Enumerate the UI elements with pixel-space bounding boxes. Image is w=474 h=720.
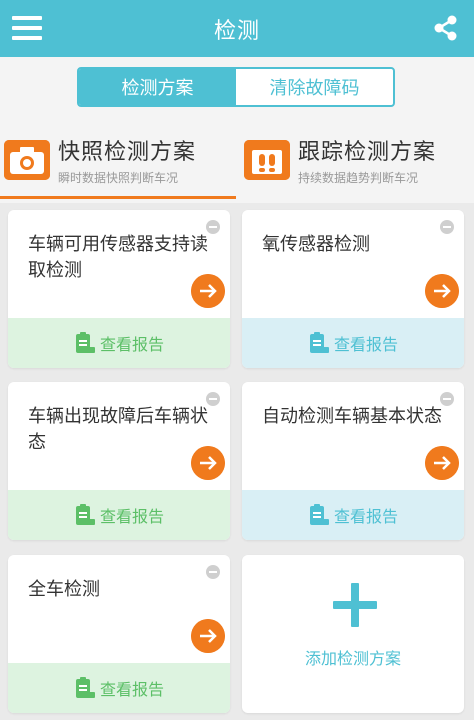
menu-icon[interactable] bbox=[12, 13, 42, 43]
report-icon bbox=[309, 504, 329, 525]
active-tab-indicator bbox=[0, 196, 236, 199]
scheme-card[interactable]: 氧传感器检测 查看报告 bbox=[242, 210, 464, 368]
add-scheme-card[interactable]: 添加检测方案 bbox=[242, 555, 464, 713]
tab-subtitle: 持续数据趋势判断车况 bbox=[298, 171, 419, 185]
card-title: 自动检测车辆基本状态 bbox=[262, 406, 442, 427]
tab-title: 快照检测方案 bbox=[58, 140, 197, 165]
view-report-button[interactable]: 查看报告 bbox=[8, 318, 230, 368]
tab-snapshot-scheme[interactable]: 快照检测方案 瞬时数据快照判断车况 bbox=[0, 117, 236, 203]
arrow-right-icon[interactable] bbox=[191, 446, 225, 480]
segmented-bar: 检测方案 清除故障码 bbox=[0, 57, 474, 117]
view-report-label: 查看报告 bbox=[99, 335, 164, 354]
camera-icon bbox=[4, 140, 50, 180]
view-report-label: 查看报告 bbox=[99, 680, 164, 699]
report-icon bbox=[75, 332, 95, 353]
arrow-right-icon[interactable] bbox=[191, 274, 225, 308]
scheme-card[interactable]: 车辆出现故障后车辆状态 查看报告 bbox=[8, 382, 230, 540]
view-report-button[interactable]: 查看报告 bbox=[8, 663, 230, 713]
remove-icon[interactable] bbox=[440, 220, 454, 234]
plus-icon bbox=[333, 583, 377, 627]
view-report-label: 查看报告 bbox=[333, 335, 398, 354]
arrow-right-icon[interactable] bbox=[191, 619, 225, 653]
arrow-right-icon[interactable] bbox=[425, 446, 459, 480]
view-report-button[interactable]: 查看报告 bbox=[242, 318, 464, 368]
report-icon bbox=[309, 332, 329, 353]
app-bar: 检测 bbox=[0, 0, 474, 57]
view-report-button[interactable]: 查看报告 bbox=[242, 490, 464, 540]
page-title: 检测 bbox=[213, 18, 260, 44]
remove-icon[interactable] bbox=[206, 392, 220, 406]
card-title: 车辆出现故障后车辆状态 bbox=[28, 406, 208, 453]
report-icon bbox=[75, 677, 95, 698]
segmented-control: 检测方案 清除故障码 bbox=[77, 67, 395, 107]
tab-tracking-scheme[interactable]: 跟踪检测方案 持续数据趋势判断车况 bbox=[238, 117, 474, 203]
card-title: 全车检测 bbox=[28, 579, 100, 600]
card-title: 氧传感器检测 bbox=[262, 234, 370, 255]
remove-icon[interactable] bbox=[440, 392, 454, 406]
footprints-icon bbox=[244, 140, 290, 180]
report-icon bbox=[75, 504, 95, 525]
segment-clear-fault-codes[interactable]: 清除故障码 bbox=[236, 69, 393, 105]
segment-detection-scheme[interactable]: 检测方案 bbox=[79, 69, 236, 105]
remove-icon[interactable] bbox=[206, 565, 220, 579]
scheme-card[interactable]: 自动检测车辆基本状态 查看报告 bbox=[242, 382, 464, 540]
view-report-button[interactable]: 查看报告 bbox=[8, 490, 230, 540]
scheme-card[interactable]: 车辆可用传感器支持读取检测 查看报告 bbox=[8, 210, 230, 368]
tab-title: 跟踪检测方案 bbox=[298, 140, 437, 165]
arrow-right-icon[interactable] bbox=[425, 274, 459, 308]
remove-icon[interactable] bbox=[206, 220, 220, 234]
view-report-label: 查看报告 bbox=[99, 507, 164, 526]
scheme-tabs: 快照检测方案 瞬时数据快照判断车况 跟踪检测方案 持续数据趋势判断车况 bbox=[0, 117, 474, 203]
scheme-card[interactable]: 全车检测 查看报告 bbox=[8, 555, 230, 713]
tab-subtitle: 瞬时数据快照判断车况 bbox=[58, 171, 179, 185]
view-report-label: 查看报告 bbox=[333, 507, 398, 526]
share-icon[interactable] bbox=[430, 12, 462, 44]
add-scheme-label: 添加检测方案 bbox=[304, 649, 401, 668]
card-title: 车辆可用传感器支持读取检测 bbox=[28, 234, 208, 281]
